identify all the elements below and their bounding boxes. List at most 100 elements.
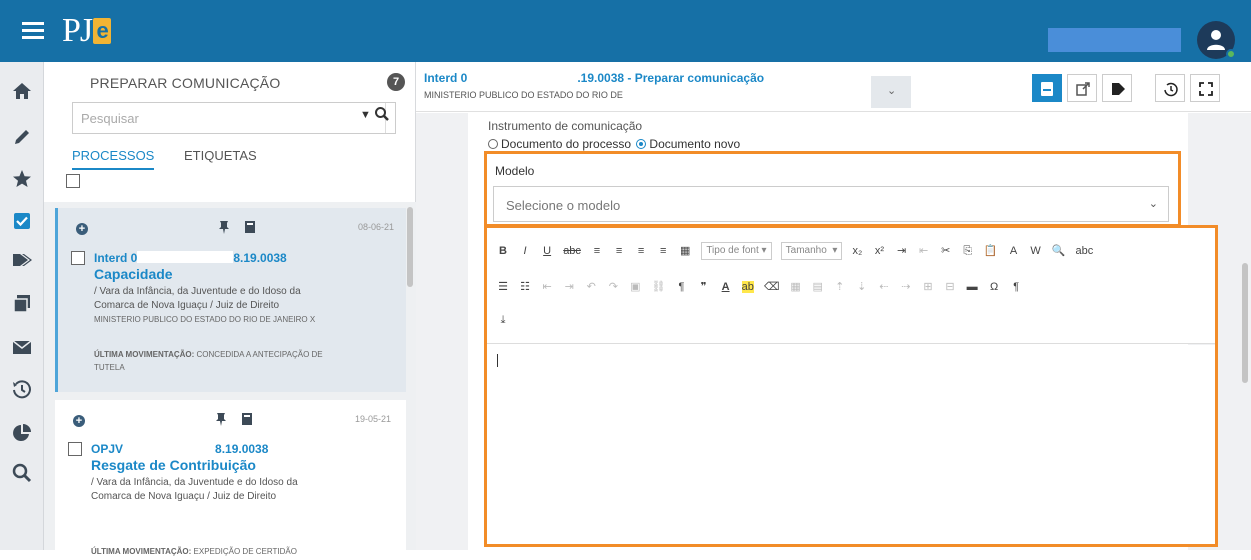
cut-icon[interactable]: ✂ [940,244,952,257]
card-checkbox[interactable] [71,251,85,265]
pin-icon[interactable] [215,412,227,426]
process-class[interactable]: Capacidade [94,266,173,282]
col-after-icon[interactable]: ⇢ [900,280,912,293]
star-icon[interactable] [11,168,33,190]
book-icon[interactable] [244,220,256,234]
highlight-color-icon[interactable]: ab [741,281,754,293]
process-list-panel: PREPARAR COMUNICAÇÃO 7 Pesquisar ▼ PROCE… [44,62,416,560]
checkbox-icon[interactable] [11,210,33,232]
content-scrollbar[interactable] [1242,263,1248,383]
table-delete-icon[interactable]: ▤ [812,280,824,293]
radio-documento-novo[interactable] [636,139,647,149]
clear-format-icon[interactable]: ⌫ [764,280,780,293]
process-card[interactable]: + 19-05-21 OPJV 8.19.0038 Resgate de Cont… [55,400,406,560]
outdent-icon[interactable]: ⇤ [918,244,930,257]
process-class[interactable]: Resgate de Contribuição [91,457,256,473]
superscript-icon[interactable]: x² [873,245,885,257]
card-checkbox[interactable] [68,442,82,456]
page-title: Interd 0.19.0038 - Preparar comunicação [424,71,765,85]
paste-text-icon[interactable]: A [1008,245,1020,257]
process-court-2: Comarca de Nova Iguaçu / Juiz de Direito [94,300,280,311]
pilcrow-icon[interactable]: ¶ [1010,281,1022,293]
history-icon[interactable] [11,378,33,400]
horizontal-rule-icon[interactable]: ▬ [966,281,978,293]
search-icon[interactable] [11,462,33,484]
align-right-icon[interactable]: ≡ [635,245,647,257]
underline-button[interactable]: U [541,245,553,257]
omega-icon[interactable]: Ω [988,281,1000,293]
bullet-list-icon[interactable]: ☰ [497,280,509,293]
user-name[interactable] [1048,28,1181,52]
spellcheck-icon[interactable]: abc [1075,245,1093,257]
pencil-icon[interactable] [11,126,33,148]
table-icon[interactable]: ▦ [679,244,691,257]
radio-label[interactable]: Documento novo [649,137,740,151]
process-number[interactable]: Interd 0 8.19.0038 [94,251,287,265]
process-number[interactable]: OPJV 8.19.0038 [91,442,268,456]
numbered-list-icon[interactable]: ☷ [519,280,531,293]
history-button[interactable] [1155,74,1185,102]
process-card[interactable]: + 08-06-21 Interd 0 8.19.0038 Capacidade … [55,208,406,392]
col-before-icon[interactable]: ⇠ [878,280,890,293]
indent-list-icon[interactable]: ⇥ [563,280,575,293]
tags-icon[interactable] [11,248,33,270]
indent-icon[interactable]: ⇥ [896,244,908,257]
expand-icon[interactable]: + [73,415,85,427]
row-after-icon[interactable]: ⇣ [856,280,868,293]
list-scrollbar[interactable] [407,207,413,287]
find-icon[interactable]: 🔍 [1052,244,1066,257]
radio-documento-processo[interactable] [488,139,498,149]
subscript-icon[interactable]: x₂ [851,245,863,257]
caret-down-icon[interactable]: ▼ [360,109,371,121]
search-input[interactable]: Pesquisar ▼ [72,102,396,134]
book-icon[interactable] [241,412,253,426]
size-dropdown[interactable]: Tamanho ▾ [780,242,843,260]
align-left-icon[interactable]: ≡ [591,245,603,257]
pie-chart-icon[interactable] [11,422,33,444]
tag-button[interactable] [1102,74,1132,102]
pin-icon[interactable] [218,220,230,234]
link-icon[interactable]: ⛓ [651,280,665,293]
search-icon[interactable] [374,106,390,122]
redo-icon[interactable]: ↷ [607,280,619,293]
quote-icon[interactable]: ❞ [698,280,710,293]
share-button[interactable] [1067,74,1097,102]
paragraph-icon[interactable]: ¶ [675,281,687,293]
envelope-icon[interactable] [11,336,33,358]
text-cursor [497,354,498,367]
merge-cells-icon[interactable]: ⊞ [922,280,934,293]
paste-icon[interactable]: 📋 [984,244,998,257]
justify-icon[interactable]: ≡ [657,245,669,257]
menu-icon[interactable] [22,22,44,40]
tab-processos[interactable]: PROCESSOS [72,148,155,170]
table-insert-icon[interactable]: ▦ [790,280,802,293]
tab-etiquetas[interactable]: ETIQUETAS [184,148,257,163]
undo-icon[interactable]: ↶ [585,280,597,293]
radio-label[interactable]: Documento do processo [501,137,631,151]
expand-icon[interactable]: + [76,223,88,235]
outdent-list-icon[interactable]: ⇤ [541,280,553,293]
split-cells-icon[interactable]: ⊟ [944,280,956,293]
font-dropdown[interactable]: Tipo de font ▾ [701,242,772,260]
model-select[interactable]: Selecione o modelo ⌄ [493,186,1169,222]
strike-button[interactable]: abc [563,245,581,257]
text-color-icon[interactable]: A [720,281,732,293]
details-toggle[interactable]: ⌄ [871,76,911,108]
align-center-icon[interactable]: ≡ [613,245,625,257]
editor-text-area[interactable] [487,345,1215,544]
page-break-icon[interactable]: ⤓ [497,314,509,327]
copy-icon[interactable]: ⎘ [962,245,974,258]
document-button[interactable] [1032,74,1062,102]
image-icon[interactable]: ▣ [629,280,641,293]
user-avatar[interactable] [1197,21,1236,59]
row-before-icon[interactable]: ⇡ [834,280,846,293]
home-icon[interactable] [11,80,33,102]
model-select-value: Selecione o modelo [506,198,621,213]
fullscreen-button[interactable] [1190,74,1220,102]
select-all-checkbox[interactable] [66,174,80,188]
documents-icon[interactable] [11,292,33,314]
italic-button[interactable]: I [519,245,531,257]
bold-button[interactable]: B [497,245,509,257]
app-logo[interactable]: PJ e [62,14,112,48]
paste-word-icon[interactable]: W [1030,245,1042,257]
